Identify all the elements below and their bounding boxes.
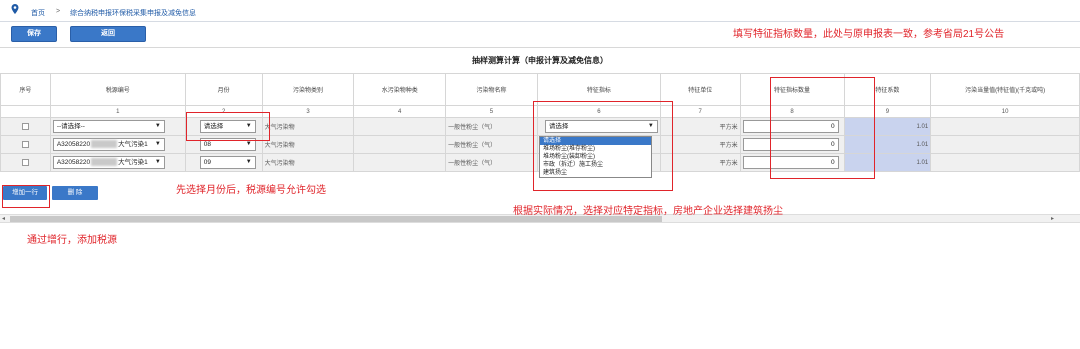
category-cell: 大气污染物 — [261, 117, 355, 136]
col-number: 10 — [930, 105, 1080, 118]
location-pin-icon — [11, 4, 19, 14]
pollutant-name-cell: 一般性粉尘（气） — [445, 153, 538, 172]
source-select-value: --请选择-- — [56, 123, 85, 130]
annotation-note-month: 先选择月份后，税源编号允许勾选 — [176, 185, 326, 196]
equivalent-cell — [930, 135, 1080, 154]
annotation-note-add-row: 通过增行，添加税源 — [27, 235, 117, 246]
source-suffix: 大气污染1 — [118, 141, 148, 148]
col-number: 1 — [49, 105, 186, 118]
source-select[interactable]: A32058220 大气污染1 ▼ — [52, 156, 165, 169]
col-number — [0, 105, 51, 118]
source-prefix: A32058220 — [56, 141, 91, 148]
annotation-box-add-row — [2, 185, 50, 208]
row-checkbox[interactable] — [21, 158, 29, 166]
source-cell: A32058220 大气污染1 ▼ — [49, 153, 186, 172]
divider — [0, 47, 1080, 48]
chevron-down-icon: ▼ — [245, 159, 252, 165]
row-checkbox-cell — [0, 153, 51, 172]
save-button[interactable]: 保存 — [11, 26, 57, 42]
annotation-box-month — [186, 112, 270, 141]
col-number: 3 — [261, 105, 355, 118]
col-header-source: 税源编号 — [49, 73, 186, 106]
col-header-equivalent: 污染当量值(特征值)(千克或吨) — [930, 73, 1080, 106]
table-title: 抽样测算计算（申报计算及减免信息） — [472, 56, 608, 65]
col-header-pollutant-name: 污染物名称 — [445, 73, 538, 106]
month-select-value: 09 — [203, 159, 211, 166]
chevron-down-icon: ▼ — [154, 141, 161, 147]
equivalent-cell — [930, 117, 1080, 136]
source-select[interactable]: A32058220 大气污染1 ▼ — [52, 138, 165, 151]
annotation-note-indicator: 根据实际情况，选择对应特定指标，房地产企业选择建筑扬尘 — [513, 206, 783, 217]
col-number: 5 — [445, 105, 538, 118]
row-checkbox[interactable] — [21, 140, 29, 148]
pollutant-name-cell: 一般性粉尘（气） — [445, 117, 538, 136]
month-select[interactable]: 09 ▼ — [199, 156, 256, 169]
source-select[interactable]: --请选择-- ▼ — [52, 120, 165, 133]
col-header-water-type: 水污染物种类 — [353, 73, 447, 106]
row-checkbox[interactable] — [21, 122, 29, 130]
back-button[interactable]: 返回 — [70, 26, 146, 42]
category-cell: 大气污染物 — [261, 153, 355, 172]
scroll-left-icon[interactable]: ◂ — [2, 215, 5, 222]
col-number: 4 — [353, 105, 447, 118]
breadcrumb-separator: > — [56, 8, 61, 15]
annotation-note-quantity: 填写特征指标数量，此处与原申报表一致，参考省局21号公告 — [733, 29, 1005, 40]
equivalent-cell — [930, 153, 1080, 172]
col-header-category: 污染物类别 — [261, 73, 355, 106]
source-suffix: 大气污染1 — [118, 159, 148, 166]
row-checkbox-cell — [0, 117, 51, 136]
chevron-down-icon: ▼ — [154, 159, 161, 165]
month-select-value: 08 — [203, 141, 211, 148]
water-type-cell — [353, 153, 447, 172]
annotation-box-indicator — [533, 101, 673, 191]
water-type-cell — [353, 135, 447, 154]
breadcrumb-current: 综合纳税申报环保税采集申报及减免信息 — [70, 10, 196, 17]
redacted-blur — [91, 158, 118, 167]
delete-row-button[interactable]: 删 除 — [52, 186, 98, 200]
source-prefix: A32058220 — [56, 159, 91, 166]
annotation-box-quantity — [770, 77, 875, 179]
col-header-index: 序号 — [0, 73, 51, 106]
month-cell: 09 ▼ — [184, 153, 263, 172]
row-checkbox-cell — [0, 135, 51, 154]
redacted-blur — [91, 140, 118, 149]
chevron-down-icon: ▼ — [154, 123, 161, 129]
source-cell: --请选择-- ▼ — [49, 117, 186, 136]
breadcrumb-bar: 首页 > 综合纳税申报环保税采集申报及减免信息 — [0, 0, 1080, 22]
col-header-month: 月份 — [184, 73, 263, 106]
pollutant-name-cell: 一般性粉尘（气） — [445, 135, 538, 154]
breadcrumb-home-link[interactable]: 首页 — [31, 8, 45, 18]
scroll-right-icon[interactable]: ▸ — [1051, 215, 1054, 222]
category-cell: 大气污染物 — [261, 135, 355, 154]
water-type-cell — [353, 117, 447, 136]
source-cell: A32058220 大气污染1 ▼ — [49, 135, 186, 154]
